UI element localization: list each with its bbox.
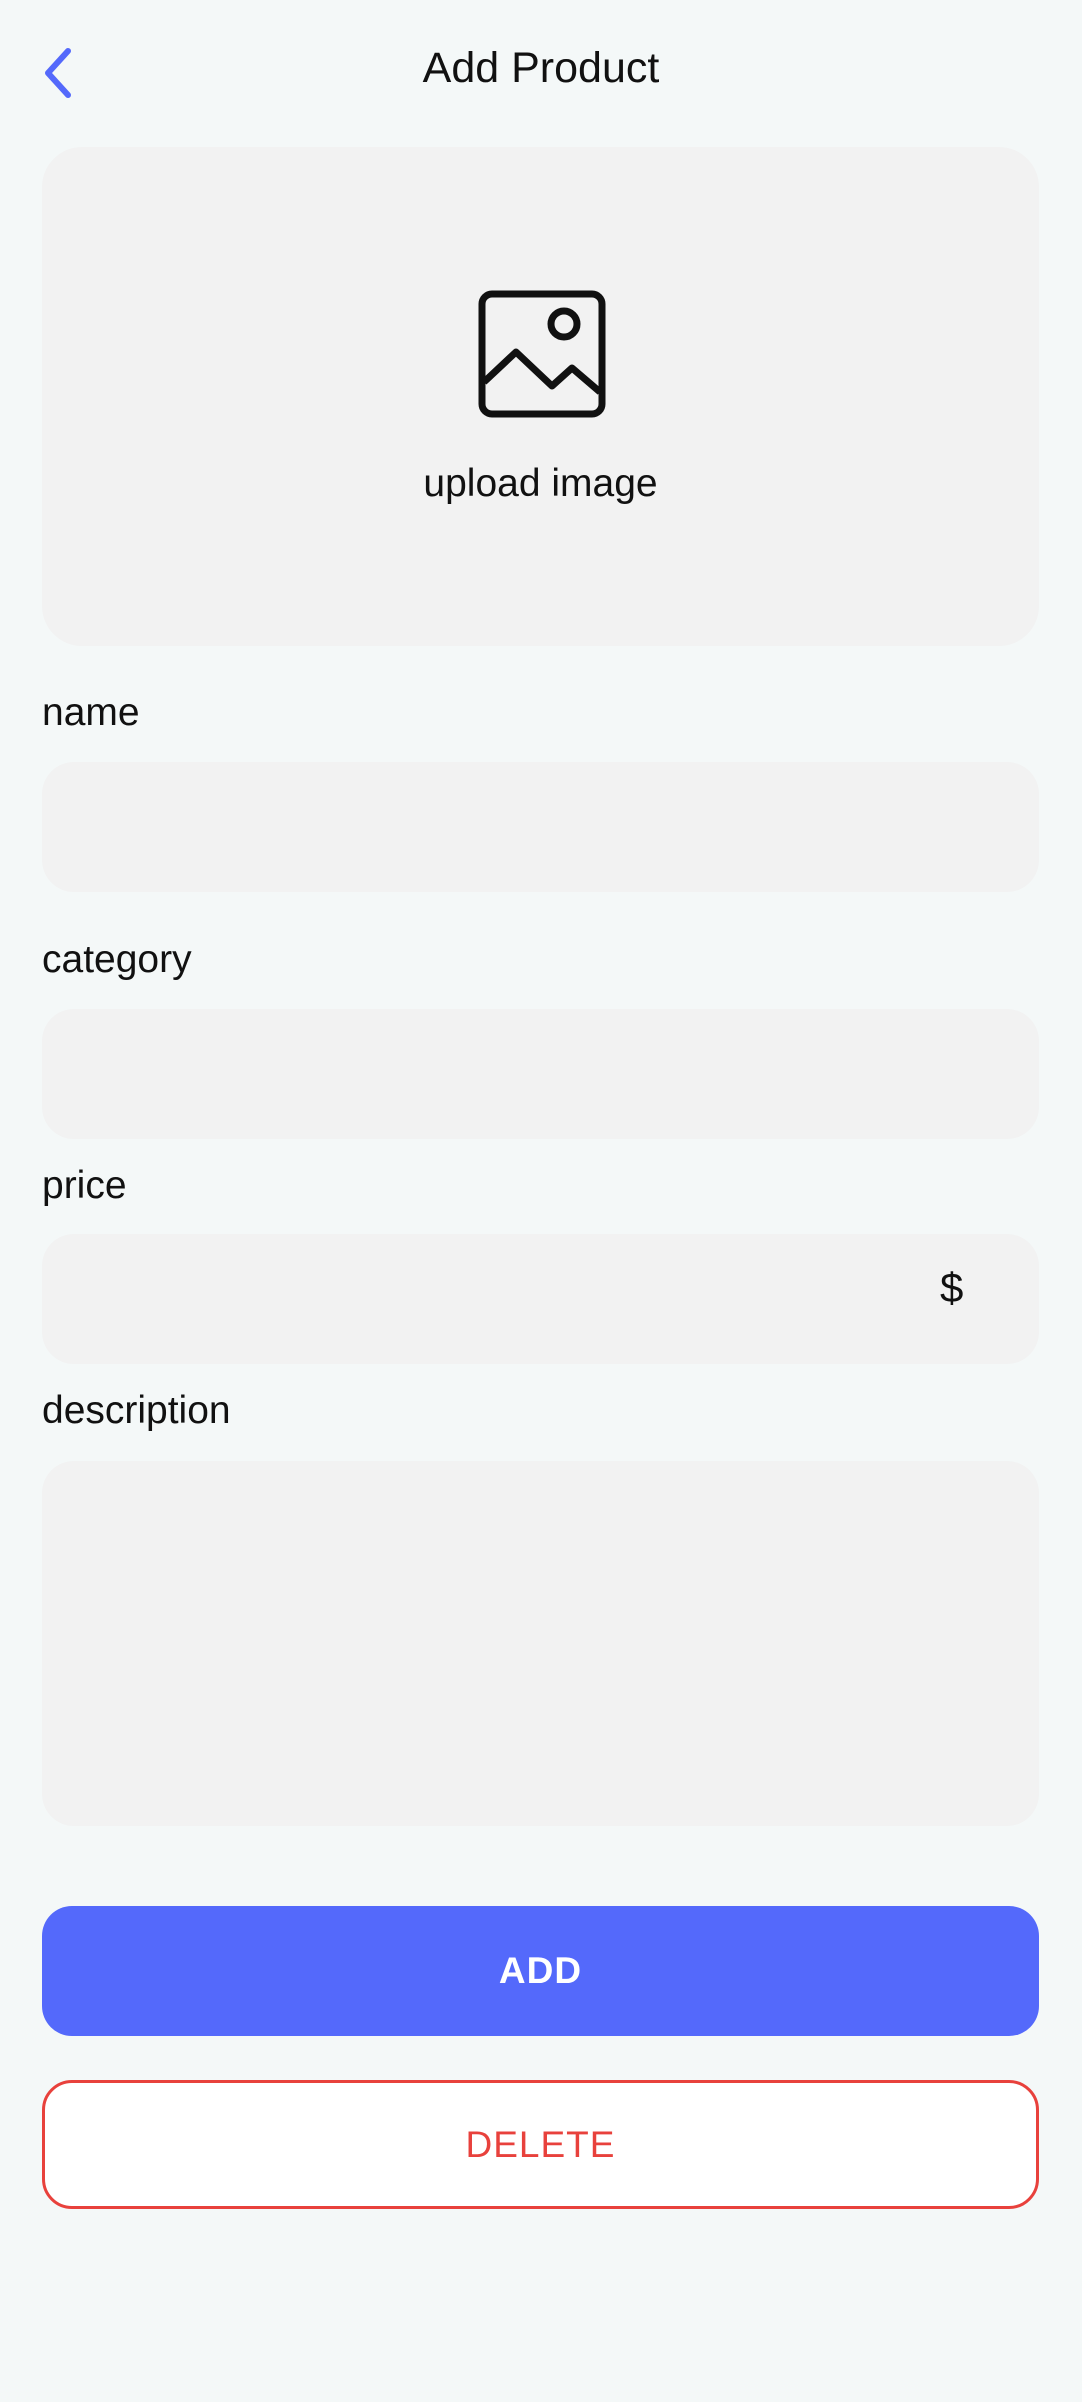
- delete-button[interactable]: DELETE: [42, 2080, 1039, 2209]
- category-label: category: [42, 938, 192, 981]
- upload-image-label: upload image: [423, 462, 658, 505]
- app-header: Add Product: [0, 0, 1082, 146]
- description-input[interactable]: [42, 1461, 1039, 1826]
- category-input[interactable]: [42, 1009, 1039, 1139]
- price-input[interactable]: [42, 1234, 1039, 1364]
- image-icon: [478, 290, 606, 418]
- name-input[interactable]: [42, 762, 1039, 892]
- page-title: Add Product: [422, 44, 660, 92]
- currency-symbol: $: [940, 1264, 964, 1311]
- price-label: price: [42, 1164, 127, 1207]
- add-button[interactable]: ADD: [42, 1906, 1039, 2036]
- description-label: description: [42, 1389, 231, 1432]
- upload-image-area[interactable]: upload image: [42, 147, 1039, 646]
- name-label: name: [42, 691, 140, 734]
